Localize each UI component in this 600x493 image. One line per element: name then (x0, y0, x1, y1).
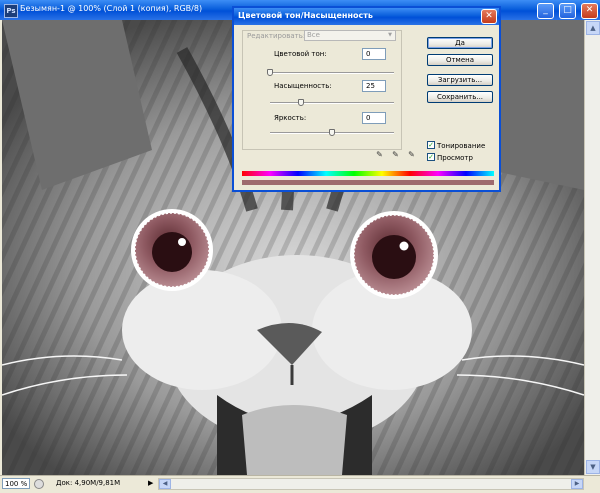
hue-slider-thumb[interactable] (267, 69, 273, 76)
colorize-checkbox-row[interactable]: ✓ Тонирование (427, 141, 486, 150)
hue-spectrum-bar (242, 171, 494, 176)
hue-input[interactable]: 0 (362, 48, 386, 60)
colorize-label: Тонирование (437, 142, 486, 150)
cancel-button[interactable]: Отмена (427, 54, 493, 66)
photoshop-app-icon: Ps (4, 4, 18, 18)
chevron-down-icon: ▼ (388, 32, 392, 38)
dialog-close-button[interactable]: ✕ (481, 9, 497, 24)
minimize-button[interactable]: _ (537, 3, 554, 19)
maximize-button[interactable]: □ (559, 3, 576, 19)
status-menu-arrow-icon[interactable]: ▶ (148, 479, 153, 487)
scroll-right-button[interactable]: ▶ (571, 479, 583, 489)
hue-slider-track[interactable] (270, 72, 394, 74)
horizontal-scrollbar[interactable]: ◀ ▶ (158, 478, 584, 490)
status-info-icon[interactable] (34, 479, 44, 489)
saturation-input[interactable]: 25 (362, 80, 386, 92)
lightness-input[interactable]: 0 (362, 112, 386, 124)
zoom-level-field[interactable]: 100 % (2, 478, 30, 489)
vertical-scrollbar[interactable]: ▲ ▼ (584, 20, 600, 475)
scroll-down-button[interactable]: ▼ (586, 460, 600, 474)
result-color-bar (242, 180, 494, 185)
eyedropper-plus-icon[interactable]: ✎ (391, 150, 400, 159)
edit-channel-value: Все (307, 31, 320, 39)
close-button[interactable]: ✕ (581, 3, 598, 19)
eyedropper-icon[interactable]: ✎ (375, 150, 384, 159)
preview-checkbox[interactable]: ✓ (427, 153, 435, 161)
colorize-checkbox[interactable]: ✓ (427, 141, 435, 149)
eyedropper-minus-icon[interactable]: ✎ (407, 150, 416, 159)
scroll-left-button[interactable]: ◀ (159, 479, 171, 489)
saturation-slider-thumb[interactable] (298, 99, 304, 106)
edit-channel-select[interactable]: Все ▼ (304, 30, 396, 41)
edit-label: Редактировать: (247, 32, 306, 40)
hue-label: Цветовой тон: (274, 50, 327, 58)
preview-label: Просмотр (437, 154, 473, 162)
hue-saturation-dialog: Цветовой тон/Насыщенность ✕ Редактироват… (232, 6, 501, 192)
saturation-label: Насыщенность: (274, 82, 332, 90)
lightness-slider-thumb[interactable] (329, 129, 335, 136)
save-button[interactable]: Сохранить... (427, 91, 493, 103)
scroll-up-button[interactable]: ▲ (586, 21, 600, 35)
status-bar: 100 % Док: 4,90M/9,81M ▶ ◀ ▶ (0, 475, 600, 493)
preview-checkbox-row[interactable]: ✓ Просмотр (427, 153, 473, 162)
document-title: Безымян-1 @ 100% (Слой 1 (копия), RGB/8) (20, 4, 203, 13)
saturation-slider-track[interactable] (270, 102, 394, 104)
ok-button[interactable]: Да (427, 37, 493, 49)
document-size: Док: 4,90M/9,81M (56, 479, 121, 487)
lightness-label: Яркость: (274, 114, 307, 122)
load-button[interactable]: Загрузить... (427, 74, 493, 86)
dialog-title: Цветовой тон/Насыщенность (238, 11, 373, 20)
dialog-titlebar[interactable]: Цветовой тон/Насыщенность ✕ (234, 8, 499, 25)
